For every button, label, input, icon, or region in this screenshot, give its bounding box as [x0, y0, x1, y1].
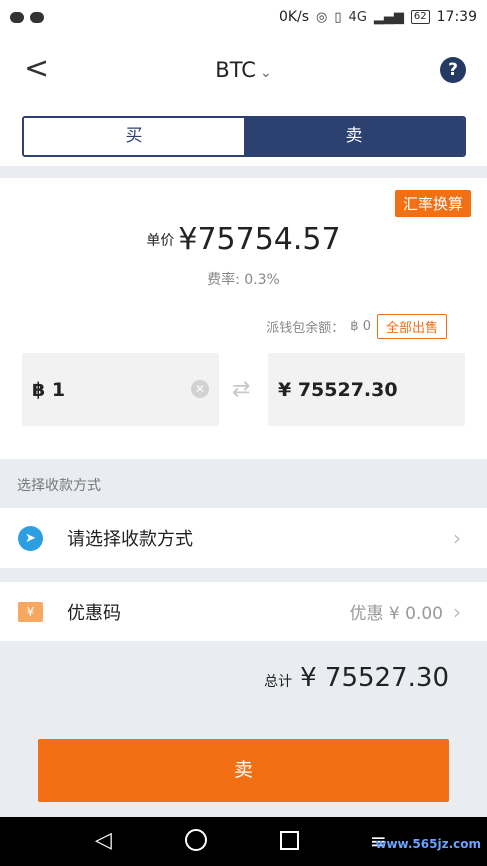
chevron-right-icon: ›	[453, 599, 461, 624]
btc-amount-value: ฿ 1	[32, 378, 66, 401]
wallet-balance: 派钱包余额： ฿ 0 全部出售	[266, 314, 447, 339]
cny-amount-input[interactable]: ¥ 75527.30	[268, 353, 465, 426]
system-nav-bar: ◁ ≡ www.565jz.com	[0, 817, 487, 866]
clock: 17:39	[436, 9, 477, 25]
chevron-right-icon: ›	[453, 526, 461, 550]
chat-notification-icon	[10, 11, 24, 23]
payment-method-selector[interactable]: ➤ 请选择收款方式 ›	[0, 508, 487, 568]
app-header: < BTC ⌄ ?	[0, 34, 487, 108]
watermark: www.565jz.com	[375, 837, 481, 851]
signal-bars-icon: ▂▄▆	[373, 9, 404, 25]
total-label: 总计	[264, 674, 293, 690]
coupon-label: 优惠码	[67, 602, 121, 624]
payment-section-label: 选择收款方式	[17, 478, 101, 494]
swap-icon: ⇄	[232, 377, 251, 402]
help-icon[interactable]: ?	[440, 57, 466, 83]
unit-price-label: 单价	[146, 232, 175, 249]
quote-card: 汇率换算 单价 ¥75754.57 费率: 0.3% 派钱包余额： ฿ 0 全部出…	[0, 178, 487, 459]
status-bar: 0K/s ◎ ▯ 4G ▂▄▆ 62 17:39	[0, 0, 487, 34]
unit-price: 单价 ¥75754.57	[0, 222, 487, 257]
wallet-balance-value: ฿ 0	[350, 319, 371, 334]
fee-rate: 费率: 0.3%	[207, 272, 280, 288]
nav-recent-icon[interactable]	[280, 831, 299, 850]
wechat-notification-icon	[30, 11, 44, 23]
coin-selector[interactable]: BTC ⌄	[0, 58, 487, 82]
sell-submit-button[interactable]: 卖	[38, 739, 449, 802]
coupon-discount: 优惠 ¥ 0.00	[349, 604, 443, 624]
vibrate-icon: ▯	[334, 9, 342, 25]
nav-home-icon[interactable]	[185, 829, 207, 851]
page-title: BTC	[215, 58, 256, 82]
sell-all-button[interactable]: 全部出售	[376, 314, 447, 339]
nav-back-icon[interactable]: ◁	[95, 829, 112, 853]
hotspot-icon: ◎	[316, 9, 328, 25]
coupon-row[interactable]: ¥ 优惠码 优惠 ¥ 0.00 ›	[0, 582, 487, 641]
wallet-balance-label: 派钱包余额：	[266, 321, 345, 336]
clear-icon[interactable]: ✕	[191, 380, 209, 398]
total-value: ¥ 75527.30	[300, 663, 449, 693]
chevron-down-icon: ⌄	[259, 65, 272, 81]
exchange-rate-button[interactable]: 汇率换算	[394, 190, 471, 217]
net-speed: 0K/s	[278, 9, 310, 25]
payment-method-placeholder: 请选择收款方式	[67, 529, 193, 550]
tab-bar: 买 卖	[0, 108, 487, 166]
tab-sell[interactable]: 卖	[244, 118, 464, 155]
payment-method-icon: ➤	[18, 525, 43, 551]
battery-icon: 62	[410, 10, 430, 24]
cny-amount-value: ¥ 75527.30	[278, 378, 398, 401]
signal-label: 4G	[348, 9, 367, 25]
tab-buy[interactable]: 买	[24, 118, 244, 155]
btc-amount-input[interactable]: ฿ 1 ✕	[22, 353, 219, 426]
total: 总计 ¥ 75527.30	[264, 663, 449, 693]
buy-sell-toggle: 买 卖	[22, 116, 466, 157]
unit-price-value: ¥75754.57	[178, 222, 341, 257]
coupon-icon: ¥	[18, 601, 43, 622]
